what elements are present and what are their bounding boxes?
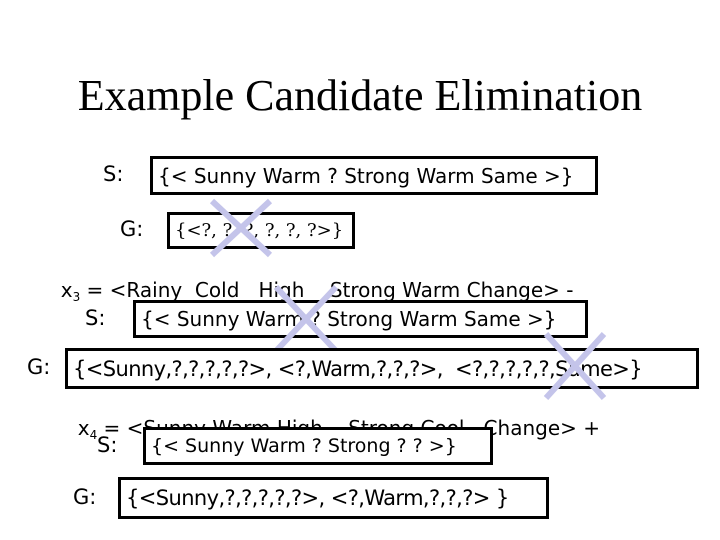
g-box-x3: {<Sunny,?,?,?,?,?>, <?,Warm,?,?,?>, <?,?… <box>65 348 699 389</box>
s-box-initial: {< Sunny Warm ? Strong Warm Same >} <box>150 156 598 195</box>
example-x3-text: = <Rainy Cold High Strong Warm Change> - <box>80 278 574 302</box>
s-value-x3: {< Sunny Warm ? Strong Warm Same >} <box>141 307 557 331</box>
slide-title: Example Candidate Elimination <box>77 71 643 120</box>
g-value-x4: {<Sunny,?,?,?,?,?>, <?,Warm,?,?,?> } <box>126 486 509 510</box>
g-label-initial: G: <box>120 217 144 241</box>
s-value-x4: {< Sunny Warm ? Strong ? ? >} <box>151 435 457 457</box>
g-value-initial: {<?, ?, ?, ?, ?, ?>} <box>175 220 344 241</box>
s-label-x3: S: <box>85 306 106 330</box>
g-value-x3: {<Sunny,?,?,?,?,?>, <?,Warm,?,?,?>, <?,?… <box>73 356 643 381</box>
g-box-initial: {<?, ?, ?, ?, ?, ?>} <box>167 212 355 249</box>
g-label-x4: G: <box>73 485 97 509</box>
example-x4-var: x <box>77 416 90 440</box>
s-box-x4: {< Sunny Warm ? Strong ? ? >} <box>143 427 493 465</box>
g-label-x3: G: <box>27 355 51 379</box>
s-label-x4: S: <box>97 433 118 457</box>
s-label-initial: S: <box>103 162 124 186</box>
s-value-initial: {< Sunny Warm ? Strong Warm Same >} <box>158 163 574 188</box>
example-x3-var: x <box>60 278 73 302</box>
g-box-x4: {<Sunny,?,?,?,?,?>, <?,Warm,?,?,?> } <box>118 477 549 519</box>
example-x3: x3 = <Rainy Cold High Strong Warm Change… <box>48 260 574 303</box>
s-box-x3: {< Sunny Warm ? Strong Warm Same >} <box>133 300 588 338</box>
